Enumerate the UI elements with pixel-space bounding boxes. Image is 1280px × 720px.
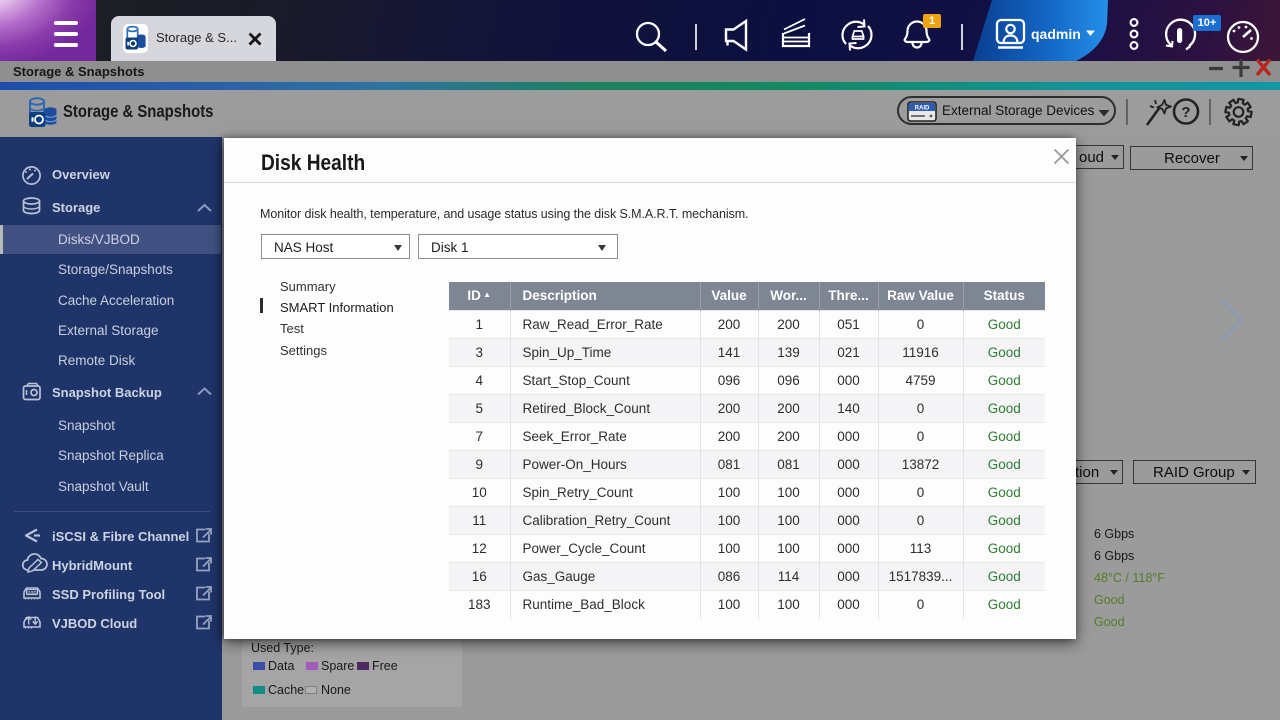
svg-text:?: ? [1181,104,1190,121]
svg-text:SSD: SSD [27,590,37,595]
svg-text:RAID: RAID [915,106,930,112]
